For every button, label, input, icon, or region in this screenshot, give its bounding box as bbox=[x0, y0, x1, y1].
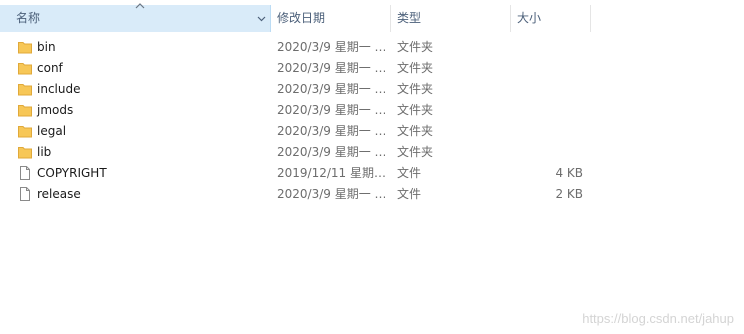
name-column-header[interactable]: 名称 bbox=[0, 2, 271, 32]
date-column-label: 修改日期 bbox=[277, 11, 326, 25]
file-size: 2 KB bbox=[555, 187, 583, 201]
file-date: 2020/3/9 星期一 … bbox=[277, 145, 385, 159]
file-type: 文件夹 bbox=[397, 61, 434, 75]
date-column-header[interactable]: 修改日期 bbox=[271, 5, 391, 32]
file-row[interactable]: release 2020/3/9 星期一 … 文件 2 KB bbox=[0, 184, 600, 205]
file-date: 2020/3/9 星期一 … bbox=[277, 103, 385, 117]
folder-icon bbox=[17, 81, 33, 97]
file-type: 文件夹 bbox=[397, 124, 434, 138]
file-type: 文件夹 bbox=[397, 103, 434, 117]
file-name: legal bbox=[37, 124, 67, 138]
file-name: bin bbox=[37, 40, 56, 54]
file-type: 文件 bbox=[397, 166, 422, 180]
file-type: 文件夹 bbox=[397, 82, 434, 96]
file-date: 2020/3/9 星期一 … bbox=[277, 124, 385, 138]
folder-icon bbox=[17, 123, 33, 139]
file-date: 2019/12/11 星期… bbox=[277, 166, 385, 180]
file-row[interactable]: COPYRIGHT 2019/12/11 星期… 文件 4 KB bbox=[0, 163, 600, 184]
type-column-header[interactable]: 类型 bbox=[391, 5, 511, 32]
folder-icon bbox=[17, 60, 33, 76]
column-header-bar: 名称 修改日期 类型 大小 bbox=[0, 0, 744, 33]
file-type: 文件夹 bbox=[397, 40, 434, 54]
folder-icon bbox=[17, 102, 33, 118]
folder-icon bbox=[17, 39, 33, 55]
file-row[interactable]: bin 2020/3/9 星期一 … 文件夹 bbox=[0, 37, 600, 58]
file-explorer: 名称 修改日期 类型 大小 bin 2020/3/9 星期一 … 文件夹 con… bbox=[0, 0, 744, 334]
sort-ascending-icon bbox=[135, 2, 145, 12]
file-row[interactable]: legal 2020/3/9 星期一 … 文件夹 bbox=[0, 121, 600, 142]
name-column-label: 名称 bbox=[16, 11, 41, 25]
file-date: 2020/3/9 星期一 … bbox=[277, 61, 385, 75]
type-column-label: 类型 bbox=[397, 11, 422, 25]
folder-icon bbox=[17, 144, 33, 160]
file-row[interactable]: conf 2020/3/9 星期一 … 文件夹 bbox=[0, 58, 600, 79]
size-column-label: 大小 bbox=[517, 11, 542, 25]
file-row[interactable]: lib 2020/3/9 星期一 … 文件夹 bbox=[0, 142, 600, 163]
file-size: 4 KB bbox=[555, 166, 583, 180]
file-name: jmods bbox=[37, 103, 74, 117]
file-name: release bbox=[37, 187, 81, 201]
file-date: 2020/3/9 星期一 … bbox=[277, 82, 385, 96]
size-column-header[interactable]: 大小 bbox=[511, 5, 591, 32]
file-row[interactable]: jmods 2020/3/9 星期一 … 文件夹 bbox=[0, 100, 600, 121]
file-list: bin 2020/3/9 星期一 … 文件夹 conf 2020/3/9 星期一… bbox=[0, 37, 744, 205]
file-row[interactable]: include 2020/3/9 星期一 … 文件夹 bbox=[0, 79, 600, 100]
file-name: include bbox=[37, 82, 81, 96]
file-icon bbox=[17, 165, 33, 181]
file-name: conf bbox=[37, 61, 63, 75]
chevron-down-icon[interactable] bbox=[256, 14, 267, 24]
file-date: 2020/3/9 星期一 … bbox=[277, 40, 385, 54]
file-name: COPYRIGHT bbox=[37, 166, 107, 180]
file-type: 文件夹 bbox=[397, 145, 434, 159]
watermark-url: https://blog.csdn.net/jahup bbox=[582, 311, 734, 326]
file-name: lib bbox=[37, 145, 52, 159]
file-date: 2020/3/9 星期一 … bbox=[277, 187, 385, 201]
file-type: 文件 bbox=[397, 187, 422, 201]
file-icon bbox=[17, 186, 33, 202]
